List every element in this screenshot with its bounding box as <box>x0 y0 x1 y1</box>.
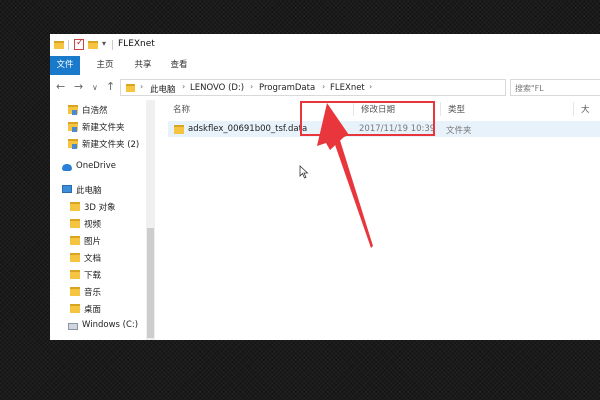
chevron-right-icon: › <box>322 82 326 91</box>
music-icon <box>70 287 80 296</box>
sidebar-item-label: 此电脑 <box>76 186 102 196</box>
search-placeholder: 搜索"FL <box>515 84 544 93</box>
new-folder-icon[interactable] <box>88 41 98 49</box>
sidebar-item-downloads[interactable]: 下载 <box>50 267 150 283</box>
breadcrumb-flexnet[interactable]: FLEXnet <box>330 83 365 93</box>
desktop-icon <box>70 304 80 313</box>
sidebar-item-label: 文档 <box>84 254 102 264</box>
chevron-right-icon: › <box>140 82 144 91</box>
sidebar-item-windows-c[interactable]: Windows (C:) <box>50 318 150 334</box>
file-list: 名称 修改日期 类型 大 adskflex_00691b00_tsf.data … <box>155 100 600 340</box>
folder-icon <box>54 41 64 49</box>
annotation-highlight-box <box>300 101 435 136</box>
pin-icon <box>72 110 77 115</box>
sidebar-item-label: 音乐 <box>84 288 102 298</box>
file-explorer-window: ▾ FLEXnet 文件 主页 共享 查看 ← → ∨ ↑ › 此电脑 › LE… <box>50 34 600 340</box>
sidebar-item-label: 新建文件夹 <box>82 123 125 133</box>
documents-icon <box>70 253 80 262</box>
drive-icon <box>68 323 78 330</box>
file-type: 文件夹 <box>446 126 472 136</box>
chevron-right-icon: › <box>250 82 254 91</box>
pictures-icon <box>70 236 80 245</box>
this-pc-icon <box>62 185 72 193</box>
sidebar-item-videos[interactable]: 视频 <box>50 216 150 232</box>
sidebar-item-onedrive[interactable]: OneDrive <box>50 159 150 175</box>
chevron-right-icon: › <box>182 82 186 91</box>
folder-icon <box>174 125 184 134</box>
sidebar-item-label: 桌面 <box>84 305 102 315</box>
search-box[interactable]: 搜索"FL <box>510 79 600 96</box>
sidebar-item-label: Windows (C:) <box>82 320 139 330</box>
sidebar-item-label: 下载 <box>84 271 102 281</box>
address-bar[interactable]: › 此电脑 › LENOVO (D:) › ProgramData › FLEX… <box>120 79 506 96</box>
sidebar-item-label: 视频 <box>84 220 102 230</box>
sidebar-item-label: 图片 <box>84 237 102 247</box>
sidebar-item-label: OneDrive <box>76 161 116 171</box>
up-arrow-icon[interactable]: ↑ <box>106 81 115 93</box>
tab-file[interactable]: 文件 <box>50 56 80 75</box>
folder-icon <box>126 84 135 92</box>
tab-home[interactable]: 主页 <box>90 56 120 75</box>
3d-objects-icon <box>70 202 80 211</box>
sidebar-item-pictures[interactable]: 图片 <box>50 233 150 249</box>
breadcrumb-lenovo-drive[interactable]: LENOVO (D:) <box>190 83 244 93</box>
quick-access-dropdown-icon[interactable]: ▾ <box>102 39 106 48</box>
properties-icon[interactable] <box>74 38 84 50</box>
mouse-cursor-icon <box>299 165 309 179</box>
sidebar-item-new-folder-2[interactable]: 新建文件夹 (2) <box>50 136 150 152</box>
window-title: FLEXnet <box>118 39 155 49</box>
divider <box>68 40 69 50</box>
address-row: ← → ∨ ↑ › 此电脑 › LENOVO (D:) › ProgramDat… <box>50 75 600 100</box>
sidebar-item-this-pc[interactable]: 此电脑 <box>50 182 150 198</box>
file-name: adskflex_00691b00_tsf.data <box>188 124 308 134</box>
onedrive-icon <box>62 164 72 171</box>
column-header-name[interactable]: 名称 <box>173 103 190 115</box>
back-arrow-icon[interactable]: ← <box>56 81 65 93</box>
sidebar-item-new-folder[interactable]: 新建文件夹 <box>50 119 150 135</box>
navigation-scrollbar[interactable] <box>146 100 155 340</box>
sidebar-item-baihaoran[interactable]: 白浩然 <box>50 102 150 118</box>
pin-icon <box>72 127 77 132</box>
sidebar-item-label: 新建文件夹 (2) <box>82 140 140 150</box>
downloads-icon <box>70 270 80 279</box>
recent-locations-icon[interactable]: ∨ <box>92 82 98 94</box>
breadcrumb-this-pc[interactable]: 此电脑 <box>150 83 176 95</box>
sidebar-item-desktop[interactable]: 桌面 <box>50 301 150 317</box>
chevron-right-icon[interactable]: › <box>369 82 372 91</box>
sidebar-item-3d-objects[interactable]: 3D 对象 <box>50 199 150 215</box>
tab-view[interactable]: 查看 <box>164 56 194 75</box>
forward-arrow-icon[interactable]: → <box>74 81 83 93</box>
tab-share[interactable]: 共享 <box>128 56 158 75</box>
column-divider[interactable] <box>440 102 441 116</box>
column-header-type[interactable]: 类型 <box>448 103 465 115</box>
pin-icon <box>72 144 77 149</box>
column-divider[interactable] <box>573 102 574 116</box>
column-header-size[interactable]: 大 <box>581 103 590 115</box>
breadcrumb-programdata[interactable]: ProgramData <box>259 83 315 93</box>
sidebar-item-label: 白浩然 <box>82 106 108 116</box>
divider <box>112 40 113 50</box>
navigation-pane: 白浩然 新建文件夹 新建文件夹 (2) OneDrive 此电脑 3D 对象 视… <box>50 100 155 340</box>
scrollbar-thumb[interactable] <box>147 228 154 338</box>
videos-icon <box>70 219 80 228</box>
ribbon-tabs: 文件 主页 共享 查看 <box>50 56 600 76</box>
sidebar-item-music[interactable]: 音乐 <box>50 284 150 300</box>
sidebar-item-documents[interactable]: 文档 <box>50 250 150 266</box>
title-bar: ▾ FLEXnet <box>50 34 600 56</box>
sidebar-item-label: 3D 对象 <box>84 203 116 213</box>
